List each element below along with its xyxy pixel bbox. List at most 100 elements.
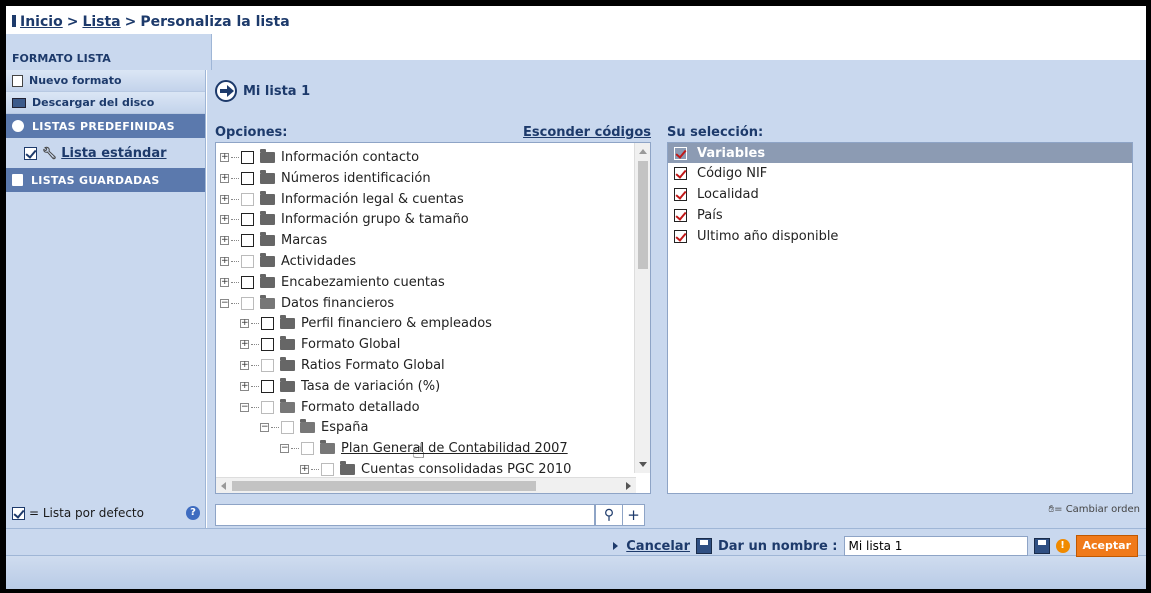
tree-node[interactable]: + Marcas <box>220 230 327 251</box>
tree-connector <box>251 344 259 346</box>
hide-codes-link[interactable]: Esconder códigos <box>523 125 651 140</box>
item-checkbox[interactable] <box>674 230 687 243</box>
collapse-icon[interactable]: − <box>240 402 249 412</box>
collapse-icon[interactable]: − <box>220 298 229 308</box>
arrow-right-circle-icon <box>215 80 237 102</box>
tree-node[interactable]: + Información grupo & tamaño <box>220 209 469 230</box>
bottom-bar-strip <box>6 555 1146 589</box>
tree-node-checkbox[interactable] <box>261 338 274 352</box>
item-checkbox[interactable] <box>674 209 687 222</box>
new-format-button[interactable]: Nuevo formato <box>6 70 205 92</box>
save-disk-icon[interactable] <box>695 538 712 554</box>
tree-node[interactable]: − Formato detallado <box>240 397 420 418</box>
selection-item[interactable]: Localidad <box>668 184 1132 205</box>
expand-icon[interactable]: + <box>240 361 249 370</box>
expand-icon[interactable]: + <box>240 340 249 350</box>
expand-icon[interactable]: + <box>240 381 249 391</box>
expand-icon[interactable]: + <box>220 153 229 162</box>
tree-node[interactable]: + Actividades <box>220 251 356 272</box>
standard-list-label: Lista estándar <box>61 145 167 161</box>
expand-icon[interactable]: + <box>300 465 309 474</box>
scroll-left-arrow-icon[interactable] <box>221 482 226 490</box>
expand-icon[interactable]: + <box>220 277 229 287</box>
breadcrumb-separator: > <box>124 14 137 30</box>
tree-node-label: Plan General de Contabilidad 2007 <box>341 441 568 457</box>
tree-node-checkbox[interactable] <box>241 171 254 185</box>
tree-node[interactable]: + Tasa de variación (%) <box>240 376 440 397</box>
tree-node-checkbox[interactable] <box>241 151 254 164</box>
sidebar: Nuevo formato Descargar del disco LISTAS… <box>6 70 206 528</box>
expand-icon[interactable]: + <box>220 194 229 204</box>
tree-vertical-scrollbar[interactable] <box>634 143 650 473</box>
tree-node-checkbox[interactable] <box>241 296 254 310</box>
tree-node-checkbox[interactable] <box>241 213 254 227</box>
tree-node-checkbox[interactable] <box>241 234 254 248</box>
saved-lists-section[interactable]: LISTAS GUARDADAS <box>6 168 205 192</box>
predefined-lists-section[interactable]: LISTAS PREDEFINIDAS <box>6 114 205 138</box>
tree-node-checkbox[interactable] <box>241 255 254 268</box>
tree-node[interactable]: − España <box>260 417 368 438</box>
tree-node[interactable]: + Encabezamiento cuentas <box>220 272 445 293</box>
expand-icon[interactable]: + <box>220 257 229 266</box>
tree-node[interactable]: − Datos financieros <box>220 293 394 314</box>
tree-node-checkbox[interactable] <box>261 400 274 414</box>
tree-horizontal-scrollbar[interactable] <box>216 477 636 493</box>
action-bar: Cancelar Dar un nombre : ! Aceptar <box>613 532 1138 560</box>
tree-node[interactable]: + Información contacto <box>220 147 419 168</box>
tree-node[interactable]: + Formato Global <box>240 334 400 355</box>
breadcrumb-home-link[interactable]: Inicio <box>20 14 63 30</box>
tree-node[interactable]: + Números identificación <box>220 168 431 189</box>
main-panel: Mi lista 1 Opciones: Esconder códigos Su… <box>207 70 1146 528</box>
tree-node-checkbox[interactable] <box>261 379 274 393</box>
collapse-icon[interactable]: − <box>260 423 269 433</box>
selection-item[interactable]: País <box>668 205 1132 226</box>
search-icon[interactable]: ⚲ <box>595 504 623 526</box>
list-name-input[interactable] <box>843 536 1028 556</box>
select-all-checkbox[interactable] <box>674 146 687 160</box>
search-input[interactable] <box>215 504 595 526</box>
selection-item[interactable]: Ultimo año disponible <box>668 226 1132 247</box>
tree-node-checkbox[interactable] <box>281 421 294 435</box>
scroll-thumb[interactable] <box>232 481 536 491</box>
tree-node[interactable]: + Información legal & cuentas <box>220 189 464 210</box>
scroll-right-arrow-icon[interactable] <box>626 482 631 490</box>
item-checkbox[interactable] <box>674 167 687 180</box>
selection-header-row[interactable]: Variables <box>668 143 1132 163</box>
tree-node[interactable]: + Perfil financiero & empleados <box>240 313 492 334</box>
tree-connector <box>251 385 259 387</box>
options-tree: + Cuentas consolidadas PGC 2010 − Plan Gene… <box>215 142 651 494</box>
selection-item[interactable]: Código NIF <box>668 163 1132 184</box>
tab-formato-lista[interactable]: FORMATO LISTA <box>6 34 212 70</box>
tree-node-checkbox[interactable] <box>321 463 334 476</box>
accept-button[interactable]: Aceptar <box>1075 535 1138 557</box>
tree-node-checkbox[interactable] <box>241 192 254 206</box>
expand-icon[interactable]: + <box>220 215 229 225</box>
sidebar-item-standard-list[interactable]: 🔧︎ Lista estándar <box>6 138 205 168</box>
scroll-down-arrow-icon[interactable] <box>639 462 647 467</box>
folder-icon <box>280 357 295 371</box>
scroll-thumb[interactable] <box>638 161 648 269</box>
expand-icon[interactable]: + <box>220 236 229 246</box>
tree-node-label: Perfil financiero & empleados <box>301 316 492 332</box>
folder-open-icon <box>320 440 335 455</box>
folder-open-icon <box>280 398 295 413</box>
tree-connector <box>231 198 239 200</box>
breadcrumb-list-link[interactable]: Lista <box>82 14 120 30</box>
tree-connector <box>291 448 299 450</box>
tree-node-checkbox[interactable] <box>261 317 274 331</box>
item-checkbox[interactable] <box>674 188 687 201</box>
collapse-icon[interactable]: − <box>280 444 289 454</box>
tree-node-checkbox[interactable] <box>301 442 314 456</box>
expand-plus-button[interactable]: + <box>623 504 645 526</box>
save-icon[interactable] <box>1033 538 1050 554</box>
selection-item-label: País <box>697 208 723 223</box>
help-icon[interactable]: ? <box>186 506 200 520</box>
expand-icon[interactable]: + <box>240 319 249 329</box>
tree-node-checkbox[interactable] <box>241 275 254 289</box>
scroll-up-arrow-icon[interactable] <box>639 149 647 154</box>
tree-node[interactable]: + Ratios Formato Global <box>240 355 445 376</box>
tree-node-checkbox[interactable] <box>261 359 274 372</box>
download-from-disk-button[interactable]: Descargar del disco <box>6 92 205 114</box>
cancel-link[interactable]: Cancelar <box>626 539 690 554</box>
expand-icon[interactable]: + <box>220 173 229 183</box>
